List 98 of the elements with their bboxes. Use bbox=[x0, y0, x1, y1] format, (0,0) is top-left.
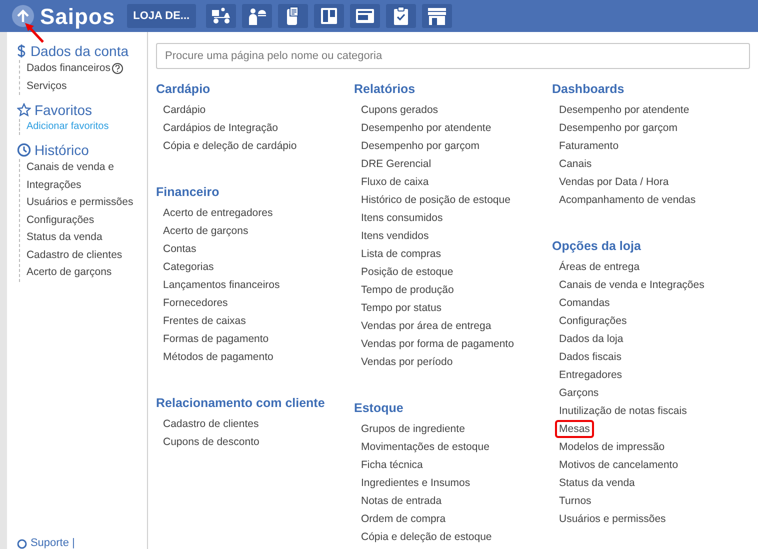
menu-link[interactable]: Usuários e permissões bbox=[557, 512, 668, 526]
menu-link[interactable]: Métodos de pagamento bbox=[161, 350, 276, 364]
menu-link[interactable]: Canais de venda e Integrações bbox=[557, 278, 706, 292]
menu-link[interactable]: Inutilização de notas fiscais bbox=[557, 404, 689, 418]
toolbar-button[interactable] bbox=[350, 4, 380, 28]
delivery-scooter-icon bbox=[210, 7, 232, 25]
sidebar-item[interactable]: Cadastro de clientes bbox=[26, 246, 122, 264]
menu-link[interactable]: Frentes de caixas bbox=[161, 314, 248, 328]
section-title: Favoritos bbox=[34, 101, 92, 119]
up-arrow-button[interactable] bbox=[12, 5, 34, 27]
menu-link[interactable]: Notas de entrada bbox=[359, 494, 444, 508]
sidebar-item[interactable]: Acerto de garçons bbox=[26, 264, 112, 282]
menu-link[interactable]: Lançamentos financeiros bbox=[161, 278, 282, 292]
clock-icon bbox=[17, 143, 32, 157]
toolbar-button[interactable] bbox=[422, 4, 452, 28]
sidebar-item[interactable]: Dados financeiros bbox=[26, 60, 110, 78]
waiter-tray-icon bbox=[246, 7, 267, 25]
menu-link[interactable]: Histórico de posição de estoque bbox=[359, 193, 512, 207]
section-heading: Dashboards bbox=[552, 81, 626, 98]
menu-link[interactable]: Mesas bbox=[557, 422, 592, 436]
sidebar-item[interactable]: Configurações bbox=[26, 212, 94, 229]
menu-link[interactable]: Fluxo de caixa bbox=[359, 175, 431, 189]
menu-link[interactable]: Vendas por Data / Hora bbox=[557, 175, 671, 189]
storefront-icon bbox=[426, 7, 447, 25]
dollar-icon bbox=[17, 44, 26, 58]
menu-link[interactable]: Dados da loja bbox=[557, 332, 626, 346]
section-heading: Cardápio bbox=[156, 81, 212, 98]
star-icon bbox=[17, 103, 32, 117]
section-heading: Opções da loja bbox=[552, 238, 642, 255]
menu-link[interactable]: Canais bbox=[557, 157, 594, 171]
store-button[interactable]: LOJA DE... bbox=[127, 4, 196, 28]
menu-link[interactable]: Motivos de cancelamento bbox=[557, 458, 680, 472]
logo: Saipos bbox=[40, 2, 116, 31]
menu-link[interactable]: Posição de estoque bbox=[359, 265, 456, 279]
menu-link[interactable]: Contas bbox=[161, 242, 198, 256]
menu-link[interactable]: Tempo por status bbox=[359, 301, 444, 315]
menu-link[interactable]: Formas de pagamento bbox=[161, 332, 271, 346]
toolbar-button[interactable] bbox=[278, 4, 308, 28]
menu-link[interactable]: Cardápio bbox=[161, 103, 208, 117]
menu-link[interactable]: DRE Gerencial bbox=[359, 157, 434, 171]
menu-link[interactable]: Acompanhamento de vendas bbox=[557, 193, 698, 207]
search-field[interactable]: Procure uma página pelo nome ou categoria bbox=[156, 43, 750, 69]
menu-link[interactable]: Entregadores bbox=[557, 368, 624, 382]
sidebar-item[interactable]: Status da venda bbox=[26, 229, 102, 246]
menu-link[interactable]: Faturamento bbox=[557, 139, 621, 153]
menu-link[interactable]: Acerto de entregadores bbox=[161, 206, 275, 220]
menu-link[interactable]: Fornecedores bbox=[161, 296, 230, 310]
menu-link[interactable]: Áreas de entrega bbox=[557, 260, 642, 274]
menu-link[interactable]: Itens vendidos bbox=[359, 229, 431, 243]
menu-link[interactable]: Movimentações de estoque bbox=[359, 440, 492, 454]
section-heading: Relacionamento com cliente bbox=[156, 395, 326, 412]
sidebar-item[interactable]: Canais de venda e Integrações bbox=[26, 159, 143, 194]
sidebar-item[interactable]: Usuários e permissões bbox=[26, 194, 134, 212]
menu-link[interactable]: Desempenho por garçom bbox=[359, 139, 482, 153]
section-title: Dados da conta bbox=[30, 42, 129, 60]
clipboard-check-icon bbox=[392, 6, 409, 26]
menu-link[interactable]: Configurações bbox=[557, 314, 629, 328]
menu-link[interactable]: Status da venda bbox=[557, 476, 637, 490]
menu-link[interactable]: Vendas por área de entrega bbox=[359, 319, 494, 333]
menu-link[interactable]: Categorias bbox=[161, 260, 216, 274]
toolbar-button[interactable] bbox=[206, 4, 236, 28]
menu-link[interactable]: Garçons bbox=[557, 386, 601, 400]
menu-link[interactable]: Desempenho por garçom bbox=[557, 121, 680, 135]
up-arrow-icon bbox=[16, 9, 30, 23]
menu-link[interactable]: Modelos de impressão bbox=[557, 440, 667, 454]
menu-link[interactable]: Cardápios de Integração bbox=[161, 121, 280, 135]
menu-link[interactable]: Comandas bbox=[557, 296, 612, 310]
menu-link[interactable]: Vendas por forma de pagamento bbox=[359, 337, 516, 351]
menu-link[interactable]: Cópia e deleção de estoque bbox=[359, 530, 494, 544]
menu-link[interactable]: Desempenho por atendente bbox=[557, 103, 692, 117]
menu-link[interactable]: Turnos bbox=[557, 494, 594, 508]
board-columns-icon bbox=[320, 7, 338, 25]
menu-link[interactable]: Ordem de compra bbox=[359, 512, 448, 526]
menu-link[interactable]: Lista de compras bbox=[359, 247, 443, 261]
menu-link[interactable]: Dados fiscais bbox=[557, 350, 624, 364]
menu-link[interactable]: Ingredientes e Insumos bbox=[359, 476, 472, 490]
menu-link[interactable]: Cupons gerados bbox=[359, 103, 440, 117]
menu-link[interactable]: Cadastro de clientes bbox=[161, 417, 261, 431]
support-link[interactable]: Suporte | bbox=[30, 537, 75, 549]
sidebar-item[interactable]: Serviços bbox=[26, 78, 67, 95]
menu-link[interactable]: Itens consumidos bbox=[359, 211, 445, 225]
panel-layout-icon bbox=[354, 8, 375, 24]
menu-link[interactable]: Cópia e deleção de cardápio bbox=[161, 139, 299, 153]
menu-link[interactable]: Vendas por período bbox=[359, 355, 455, 369]
menu-link[interactable]: Grupos de ingrediente bbox=[359, 422, 467, 436]
toolbar-button[interactable] bbox=[242, 4, 272, 28]
menu-link[interactable]: Desempenho por atendente bbox=[359, 121, 494, 135]
phone-receipt-icon bbox=[286, 6, 300, 26]
section-title: Histórico bbox=[34, 141, 89, 159]
section-heading: Relatórios bbox=[354, 81, 416, 98]
section-heading: Financeiro bbox=[156, 184, 220, 201]
menu-link[interactable]: Cupons de desconto bbox=[161, 435, 262, 449]
menu-link[interactable]: Ficha técnica bbox=[359, 458, 425, 472]
menu-link[interactable]: Acerto de garçons bbox=[161, 224, 250, 238]
toolbar-button[interactable] bbox=[386, 4, 416, 28]
toolbar-button[interactable] bbox=[314, 4, 344, 28]
section-heading: Estoque bbox=[354, 400, 404, 417]
menu-link[interactable]: Tempo de produção bbox=[359, 283, 456, 297]
